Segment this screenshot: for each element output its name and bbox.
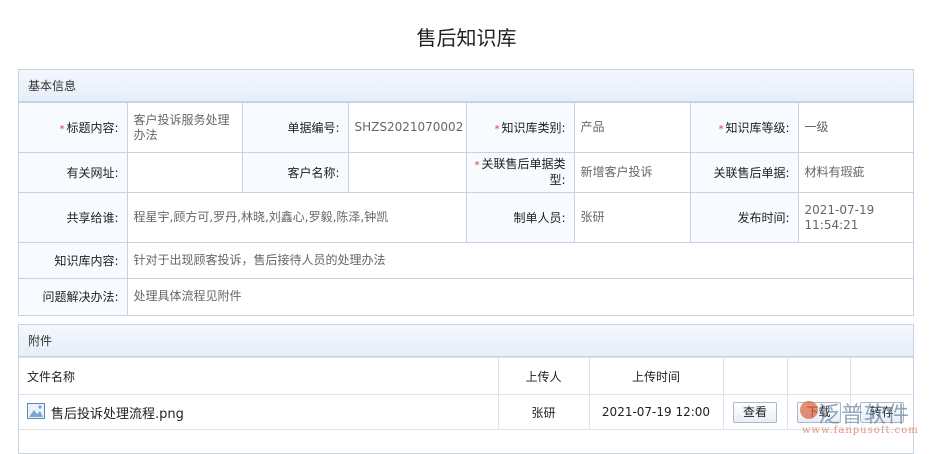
customer-label: 客户名称: [241, 152, 349, 193]
customer-value [347, 152, 467, 193]
level-value: 一级 [797, 102, 913, 153]
download-button[interactable]: 下载 [796, 401, 841, 423]
image-file-icon [27, 402, 45, 422]
level-label: * 知识库等级: [689, 102, 799, 153]
page-title: 售后知识库 [416, 26, 517, 50]
basic-info-header: 基本信息 [19, 70, 913, 102]
view-button[interactable]: 查看 [733, 401, 777, 423]
reltype-label: * 关联售后单据类型: [465, 152, 575, 193]
file-name-link[interactable]: 售后投诉处理流程.png [51, 407, 184, 422]
solution-value: 处理具体流程见附件 [126, 278, 913, 315]
save-button[interactable]: 转存 [859, 401, 904, 423]
url-value [126, 152, 243, 193]
url-label: 有关网址: [19, 152, 128, 193]
file-name-cell: 售后投诉处理流程.png [19, 394, 499, 430]
reldoc-value: 材料有瑕疵 [797, 152, 913, 193]
reltype-value: 新增客户投诉 [573, 152, 691, 193]
upload-time-cell: 2021-07-19 12:00 [588, 394, 724, 430]
docno-value: SHZS2021070002 [347, 102, 467, 153]
content-value: 针对于出现顾客投诉，售后接待人员的处理办法 [126, 242, 913, 279]
share-label: 共享给谁: [19, 192, 128, 243]
col-file-name: 文件名称 [19, 357, 499, 395]
basic-info-table: * 标题内容: 客户投诉服务处理办法 单据编号: SHZS2021070002 *… [19, 102, 913, 315]
pubtime-value: 2021-07-19 11:54:21 [797, 192, 913, 243]
title-value: 客户投诉服务处理办法 [126, 102, 243, 153]
category-label: * 知识库类别: [465, 102, 575, 153]
reldoc-label: 关联售后单据: [689, 152, 799, 193]
pubtime-label: 发布时间: [689, 192, 799, 243]
uploader-cell: 张研 [497, 394, 590, 430]
solution-label: 问题解决办法: [19, 278, 128, 315]
share-value: 程星宇,顾方可,罗丹,林晓,刘鑫心,罗毅,陈泽,钟凯 [126, 192, 467, 243]
attachments-panel: 附件 文件名称 上传人 上传时间 售后投诉处理流程.png 张研 2021-07… [18, 324, 914, 454]
col-upload-time: 上传时间 [588, 357, 724, 395]
docno-label: 单据编号: [241, 102, 349, 153]
title-label: * 标题内容: [19, 102, 128, 153]
maker-value: 张研 [573, 192, 691, 243]
attachments-header: 附件 [19, 325, 913, 357]
basic-info-panel: 基本信息 * 标题内容: 客户投诉服务处理办法 单据编号: SHZS2021070… [18, 69, 914, 316]
category-value: 产品 [573, 102, 691, 153]
attachments-table: 文件名称 上传人 上传时间 售后投诉处理流程.png 张研 2021-07-19… [19, 357, 913, 430]
content-label: 知识库内容: [19, 242, 128, 279]
maker-label: 制单人员: [465, 192, 575, 243]
col-uploader: 上传人 [497, 357, 590, 395]
table-row: 售后投诉处理流程.png 张研 2021-07-19 12:00 查看 下载 转… [19, 394, 913, 430]
